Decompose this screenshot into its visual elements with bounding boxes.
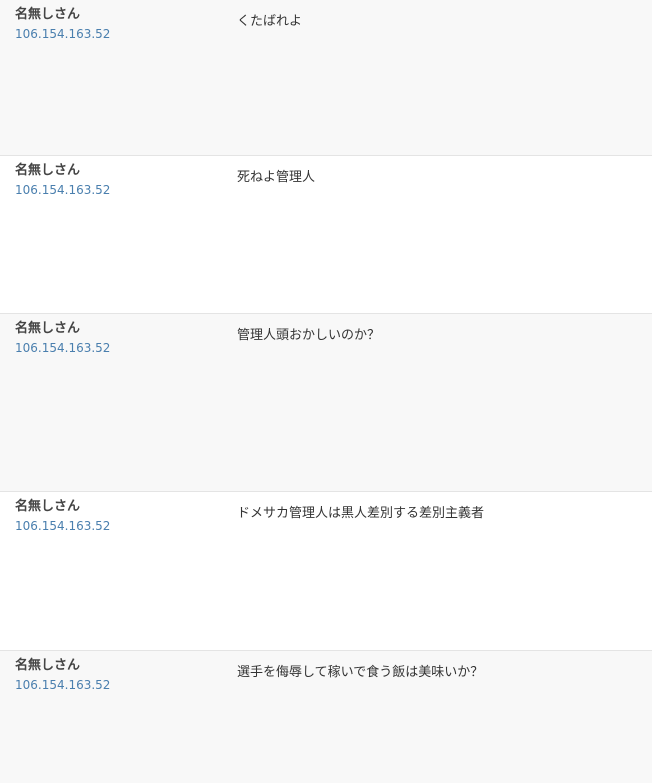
comment-author-name: 名無しさん [15,321,81,336]
comment-text: 管理人頭おかしいのか？ [237,328,381,343]
comment-ip-link[interactable]: 106.154.163.52 [15,678,110,692]
comment-ip-link[interactable]: 106.154.163.52 [15,519,110,533]
comment-author-name: 名無しさん [15,163,81,178]
comment-item: 名無しさん 106.154.163.52 ドメサカ管理人は黒人差別する差別主義者 [0,492,652,651]
comment-text: ドメサカ管理人は黒人差別する差別主義者 [237,506,485,521]
comment-item: 名無しさん 106.154.163.52 死ねよ管理人 [0,156,652,314]
comment-ip-link[interactable]: 106.154.163.52 [15,27,110,41]
comment-ip-link[interactable]: 106.154.163.52 [15,183,110,197]
comment-ip-link[interactable]: 106.154.163.52 [15,341,110,355]
comment-item: 名無しさん 106.154.163.52 選手を侮辱して稼いで食う飯は美味いか？ [0,651,652,783]
comment-author-name: 名無しさん [15,7,81,22]
comment-item: 名無しさん 106.154.163.52 管理人頭おかしいのか？ [0,314,652,492]
comment-author-name: 名無しさん [15,499,81,514]
comment-item: 名無しさん 106.154.163.52 くたばれよ [0,0,652,156]
comment-text: くたばれよ [237,14,303,29]
comment-list: 名無しさん 106.154.163.52 くたばれよ 名無しさん 106.154… [0,0,652,783]
comment-text: 選手を侮辱して稼いで食う飯は美味いか？ [237,665,484,680]
comment-text: 死ねよ管理人 [237,170,316,185]
comment-author-name: 名無しさん [15,658,81,673]
